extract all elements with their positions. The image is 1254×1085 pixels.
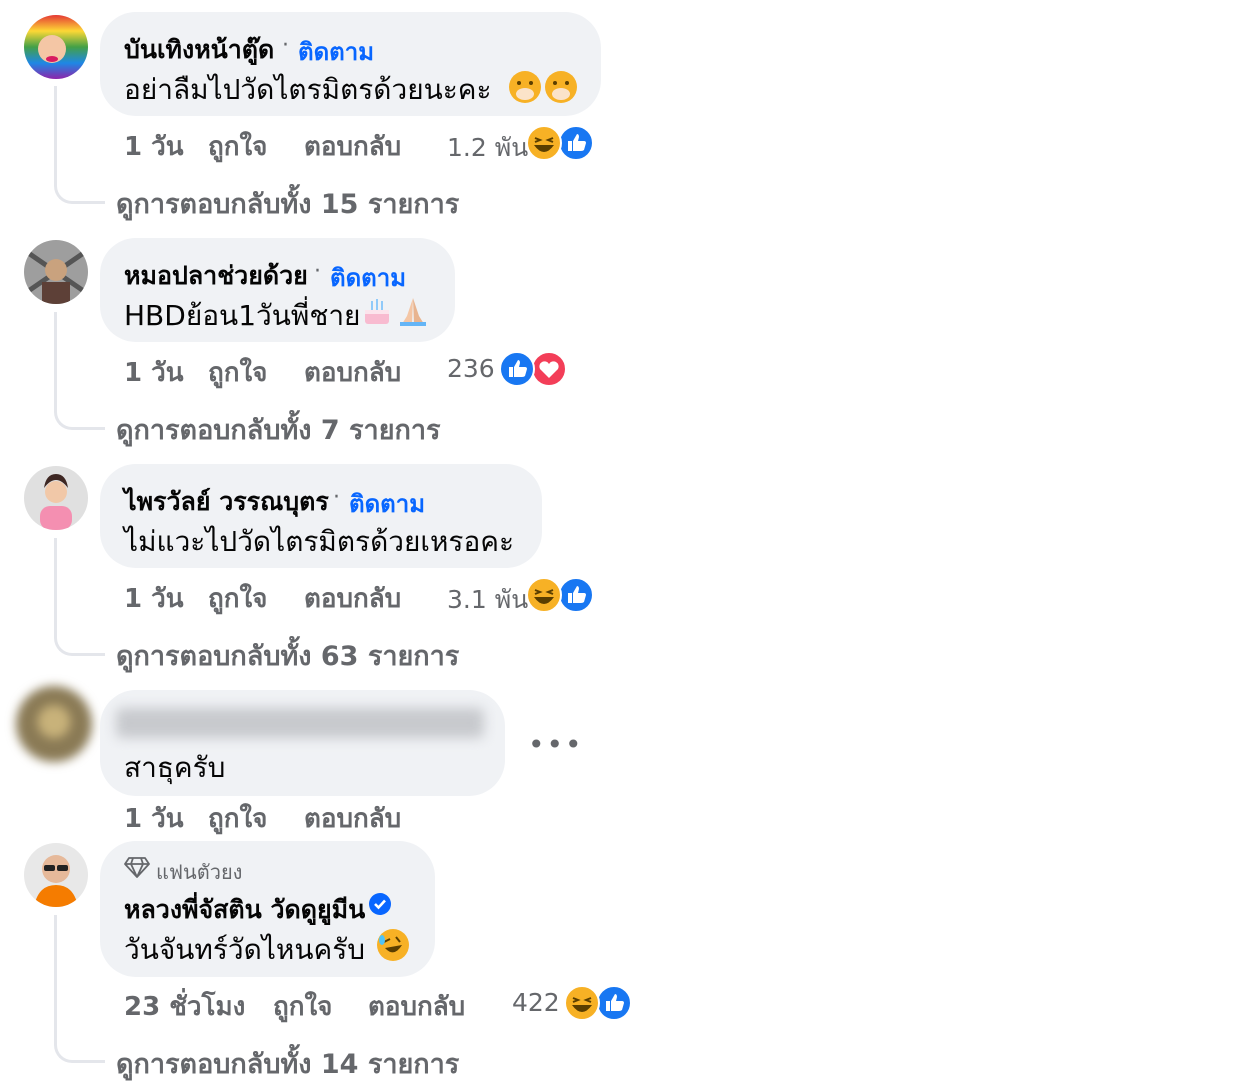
blurred-author-name[interactable] bbox=[116, 708, 484, 738]
reply-button[interactable]: ตอบกลับ bbox=[304, 578, 401, 619]
comment-text: อย่าลืมไปวัดไตรมิตรด้วยนะคะ bbox=[124, 73, 492, 106]
comment-text: สาธุครับ bbox=[124, 751, 226, 784]
comment-text: HBDย้อน1วันพี่ชาย bbox=[124, 299, 361, 332]
view-replies-link[interactable]: ดูการตอบกลับทั้ง 15 รายการ bbox=[116, 182, 459, 225]
view-replies-link[interactable]: ดูการตอบกลับทั้ง 7 รายการ bbox=[116, 408, 441, 451]
like-button[interactable]: ถูกใจ bbox=[273, 986, 332, 1027]
like-reaction-icon bbox=[499, 351, 535, 387]
reaction-count[interactable]: 422 bbox=[512, 988, 560, 1017]
thread-line bbox=[54, 312, 105, 430]
reply-button[interactable]: ตอบกลับ bbox=[304, 798, 401, 839]
diamond-icon bbox=[124, 856, 150, 878]
rolling-on-floor-laughing-emoji bbox=[376, 928, 410, 962]
folded-hands-emoji bbox=[396, 294, 430, 328]
more-options-button[interactable]: ••• bbox=[528, 728, 584, 761]
comment-time[interactable]: 1 วัน bbox=[124, 126, 184, 167]
haha-reaction-icon bbox=[526, 125, 562, 161]
face-with-hand-over-mouth-emoji bbox=[544, 70, 578, 104]
view-replies-link[interactable]: ดูการตอบกลับทั้ง 14 รายการ bbox=[116, 1042, 459, 1085]
face-with-hand-over-mouth-emoji bbox=[508, 70, 542, 104]
top-fan-badge: แฟนตัวยง bbox=[156, 860, 243, 884]
verified-badge-icon bbox=[368, 892, 392, 916]
thread-line bbox=[54, 538, 105, 656]
haha-reaction-icon bbox=[526, 577, 562, 613]
love-reaction-icon bbox=[531, 351, 567, 387]
author-name[interactable]: บันเทิงหน้าตู๊ด bbox=[124, 30, 274, 70]
avatar[interactable] bbox=[24, 15, 88, 79]
blurred-avatar[interactable] bbox=[16, 686, 92, 762]
comment-time[interactable]: 1 วัน bbox=[124, 352, 184, 393]
comment-text: ไม่แวะไปวัดไตรมิตรด้วยเหรอคะ bbox=[124, 525, 515, 558]
reply-button[interactable]: ตอบกลับ bbox=[304, 352, 401, 393]
reaction-count[interactable]: 3.1 พัน bbox=[447, 580, 528, 620]
view-replies-link[interactable]: ดูการตอบกลับทั้ง 63 รายการ bbox=[116, 634, 459, 677]
follow-link[interactable]: ติดตาม bbox=[330, 258, 406, 297]
reaction-count[interactable]: 236 bbox=[447, 354, 495, 383]
author-name[interactable]: หมอปลาช่วยด้วย bbox=[124, 256, 308, 296]
separator-dot: · bbox=[333, 485, 340, 510]
haha-reaction-icon bbox=[564, 985, 600, 1021]
like-button[interactable]: ถูกใจ bbox=[208, 578, 267, 619]
separator-dot: · bbox=[282, 33, 289, 58]
avatar[interactable] bbox=[24, 240, 88, 304]
comment-time[interactable]: 1 วัน bbox=[124, 798, 184, 839]
like-reaction-icon bbox=[558, 577, 594, 613]
like-button[interactable]: ถูกใจ bbox=[208, 352, 267, 393]
avatar[interactable] bbox=[24, 466, 88, 530]
like-reaction-icon bbox=[596, 985, 632, 1021]
follow-link[interactable]: ติดตาม bbox=[298, 32, 374, 71]
comment-time[interactable]: 23 ชั่วโมง bbox=[124, 986, 245, 1027]
like-reaction-icon bbox=[558, 125, 594, 161]
thread-line bbox=[54, 86, 105, 204]
birthday-cake-emoji bbox=[360, 294, 394, 328]
reply-button[interactable]: ตอบกลับ bbox=[304, 126, 401, 167]
like-button[interactable]: ถูกใจ bbox=[208, 798, 267, 839]
separator-dot: · bbox=[314, 259, 321, 284]
reply-button[interactable]: ตอบกลับ bbox=[368, 986, 465, 1027]
author-name[interactable]: หลวงพี่จัสติน วัดดูยูมีน bbox=[124, 890, 365, 930]
author-name[interactable]: ไพรวัลย์ วรรณบุตร bbox=[124, 482, 329, 522]
avatar[interactable] bbox=[24, 843, 88, 907]
like-button[interactable]: ถูกใจ bbox=[208, 126, 267, 167]
comment-time[interactable]: 1 วัน bbox=[124, 578, 184, 619]
comment-text: วันจันทร์วัดไหนครับ bbox=[124, 933, 366, 966]
follow-link[interactable]: ติดตาม bbox=[349, 484, 425, 523]
thread-line bbox=[54, 915, 105, 1063]
reaction-count[interactable]: 1.2 พัน bbox=[447, 128, 528, 168]
